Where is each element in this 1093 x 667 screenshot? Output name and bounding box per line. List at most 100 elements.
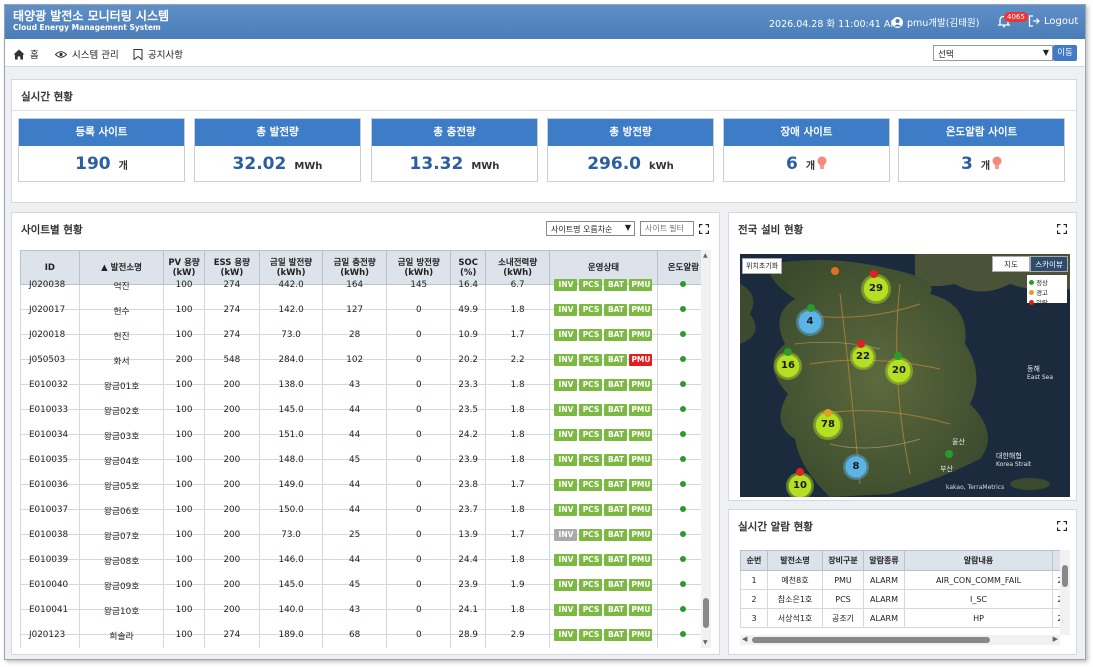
table-row[interactable]: E010038 왕금07호 100 200 73.0 25 0 13.9 1.7 INV PCS BA… bbox=[20, 522, 711, 548]
status-tag[interactable]: PCS bbox=[579, 429, 603, 441]
status-tag[interactable]: PMU bbox=[629, 454, 653, 466]
table-row[interactable]: E010034 왕금03호 100 200 151.0 44 0 24.2 1.8 INV PCS B… bbox=[20, 422, 711, 448]
status-tag[interactable]: PMU bbox=[629, 529, 653, 541]
status-tag[interactable]: INV bbox=[554, 554, 578, 566]
table-row[interactable]: E010035 왕금04호 100 200 148.0 45 0 23.9 1.8 INV PCS B… bbox=[20, 447, 711, 473]
status-tag[interactable]: PMU bbox=[629, 504, 653, 516]
status-tag[interactable]: PCS bbox=[579, 529, 603, 541]
status-tag[interactable]: PMU bbox=[629, 429, 653, 441]
alarm-row[interactable]: 1예천8호PMUALARMAIR_CON_COMM_FAIL2( bbox=[740, 570, 1060, 590]
sort-select[interactable]: 사이트명 오름차순 ▼ bbox=[546, 221, 635, 236]
expand-icon[interactable] bbox=[1057, 521, 1067, 531]
normal-marker[interactable] bbox=[784, 348, 792, 356]
table-row[interactable]: J020018 헌진 100 274 73.0 28 0 10.9 1.7 INV PCS BAT PM… bbox=[20, 322, 711, 348]
table-row[interactable]: J020038 억진 100 274 442.0 164 145 16.4 6.7 INV PCS B… bbox=[20, 272, 711, 298]
stat-card[interactable]: 장애 사이트 6 개 bbox=[723, 118, 890, 182]
status-tag[interactable]: PMU bbox=[629, 329, 653, 341]
scroll-thumb[interactable] bbox=[703, 598, 709, 628]
status-tag[interactable]: PMU bbox=[629, 629, 653, 641]
status-tag[interactable]: PCS bbox=[579, 329, 603, 341]
table-row[interactable]: E010033 왕금02호 100 200 145.0 44 0 23.5 1.8 INV PCS B… bbox=[20, 397, 711, 423]
status-tag[interactable]: INV bbox=[554, 504, 578, 516]
scroll-thumb[interactable] bbox=[752, 637, 990, 643]
page-select[interactable]: 선택 ▼ bbox=[933, 45, 1053, 61]
status-tag[interactable]: PMU bbox=[629, 354, 653, 366]
map-type-skyview[interactable]: 스카이뷰 bbox=[1030, 256, 1068, 272]
status-tag[interactable]: PCS bbox=[579, 404, 603, 416]
status-tag[interactable]: BAT bbox=[604, 604, 628, 616]
status-tag[interactable]: PCS bbox=[579, 354, 603, 366]
status-tag[interactable]: BAT bbox=[604, 329, 628, 341]
status-tag[interactable]: BAT bbox=[604, 629, 628, 641]
table-row[interactable]: J020123 희솔라 100 274 189.0 68 0 28.9 2.9 INV PCS BAT… bbox=[20, 622, 711, 648]
expand-icon[interactable] bbox=[699, 224, 709, 234]
status-tag[interactable]: INV bbox=[554, 629, 578, 641]
status-tag[interactable]: BAT bbox=[604, 429, 628, 441]
map-cluster[interactable]: 16 bbox=[774, 352, 802, 380]
sites-scrollbar[interactable]: ▲ ▼ bbox=[701, 250, 711, 648]
status-tag[interactable]: BAT bbox=[604, 554, 628, 566]
status-tag[interactable]: INV bbox=[554, 404, 578, 416]
alarm-row[interactable]: 3서상석1호공조기ALARMHP2( bbox=[740, 608, 1060, 628]
status-tag[interactable]: INV bbox=[554, 304, 578, 316]
status-tag[interactable]: PCS bbox=[579, 479, 603, 491]
status-tag[interactable]: BAT bbox=[604, 529, 628, 541]
normal-marker[interactable] bbox=[807, 304, 815, 312]
column-header[interactable]: 알람종류 bbox=[863, 550, 905, 571]
map-type-map[interactable]: 지도 bbox=[992, 256, 1030, 272]
table-row[interactable]: E010040 왕금09호 100 200 145.0 45 0 23.9 1.9 INV PCS B… bbox=[20, 572, 711, 598]
status-tag[interactable]: INV bbox=[554, 279, 578, 291]
brand[interactable]: 태양광 발전소 모니터링 시스템 Cloud Energy Management… bbox=[13, 10, 169, 33]
status-tag[interactable]: INV bbox=[554, 479, 578, 491]
status-tag[interactable]: PCS bbox=[579, 504, 603, 516]
stat-card[interactable]: 총 발전량 32.02 MWh bbox=[194, 118, 361, 182]
status-tag[interactable]: INV bbox=[554, 579, 578, 591]
table-row[interactable]: J050503 화서 200 548 284.0 102 0 20.2 2.2 INV PCS BAT… bbox=[20, 347, 711, 373]
status-tag[interactable]: INV bbox=[554, 604, 578, 616]
column-header[interactable]: 장비구분 bbox=[822, 550, 864, 571]
satellite-map[interactable]: 동해 East Sea 대한해협 Korea Strait 울산 부산 29 4… bbox=[740, 254, 1070, 497]
status-tag[interactable]: PCS bbox=[579, 604, 603, 616]
column-header[interactable]: 발전소명 bbox=[767, 550, 823, 571]
warning-marker[interactable] bbox=[831, 267, 839, 275]
status-tag[interactable]: BAT bbox=[604, 304, 628, 316]
status-tag[interactable]: PCS bbox=[579, 454, 603, 466]
nav-home[interactable]: 홈 bbox=[13, 47, 39, 61]
status-tag[interactable]: PMU bbox=[629, 554, 653, 566]
alarm-vscroll[interactable] bbox=[1060, 550, 1070, 635]
status-tag[interactable]: PMU bbox=[629, 579, 653, 591]
status-tag[interactable]: BAT bbox=[604, 354, 628, 366]
table-row[interactable]: E010039 왕금08호 100 200 146.0 44 0 24.4 1.8 INV PCS B… bbox=[20, 547, 711, 573]
table-row[interactable]: E010032 왕금01호 100 200 138.0 43 0 23.3 1.8 INV PCS B… bbox=[20, 372, 711, 398]
column-header[interactable]: 알람내용 bbox=[904, 550, 1053, 571]
map-cluster[interactable]: 22 bbox=[850, 344, 876, 370]
map-cluster[interactable]: 4 bbox=[796, 308, 824, 336]
alarm-row[interactable]: 2참소은1호PCSALARMI_SC2( bbox=[740, 589, 1060, 609]
map-cluster[interactable]: 8 bbox=[843, 454, 869, 480]
warning-marker[interactable] bbox=[824, 409, 832, 417]
status-tag[interactable]: INV bbox=[554, 529, 578, 541]
logout-button[interactable]: Logout bbox=[1028, 15, 1078, 27]
expand-icon[interactable] bbox=[1057, 224, 1067, 234]
map-cluster[interactable]: 20 bbox=[885, 357, 913, 385]
status-tag[interactable]: PCS bbox=[579, 629, 603, 641]
status-tag[interactable]: INV bbox=[554, 379, 578, 391]
table-row[interactable]: E010037 왕금06호 100 200 150.0 44 0 23.7 1.8 INV PCS B… bbox=[20, 497, 711, 523]
map-reset-button[interactable]: 위치초기화 bbox=[742, 258, 783, 274]
status-tag[interactable]: INV bbox=[554, 329, 578, 341]
status-tag[interactable]: BAT bbox=[604, 279, 628, 291]
column-header[interactable] bbox=[1052, 550, 1060, 571]
nav-system[interactable]: 시스템 관리 bbox=[55, 47, 119, 61]
stat-card[interactable]: 등록 사이트 190 개 bbox=[18, 118, 185, 182]
site-filter-input[interactable] bbox=[640, 221, 694, 236]
alarm-marker[interactable] bbox=[870, 270, 878, 278]
status-tag[interactable]: PMU bbox=[629, 279, 653, 291]
map-cluster[interactable]: 29 bbox=[861, 274, 891, 304]
status-tag[interactable]: BAT bbox=[604, 404, 628, 416]
status-tag[interactable]: INV bbox=[554, 454, 578, 466]
status-tag[interactable]: PMU bbox=[629, 479, 653, 491]
user-menu[interactable]: pmu개발(김태원) bbox=[892, 15, 979, 29]
status-tag[interactable]: BAT bbox=[604, 504, 628, 516]
stat-card[interactable]: 총 충전량 13.32 MWh bbox=[371, 118, 538, 182]
stat-card[interactable]: 총 방전량 296.0 kWh bbox=[547, 118, 714, 182]
